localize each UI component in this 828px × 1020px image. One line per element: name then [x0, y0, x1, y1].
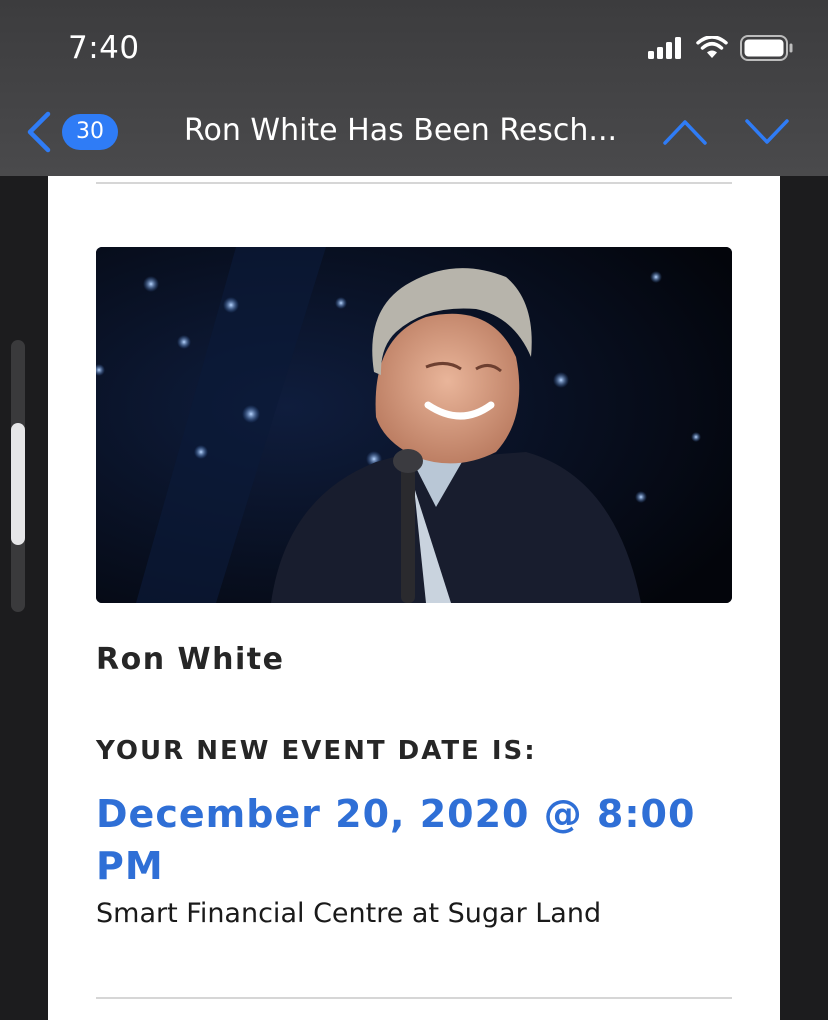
battery-icon	[740, 35, 794, 65]
performer-photo	[96, 247, 732, 603]
wifi-icon	[696, 35, 728, 64]
hero-image	[96, 247, 732, 603]
divider	[96, 182, 732, 184]
top-bar: 7:40 30 Ron White Has Been Resch...	[0, 0, 828, 176]
previous-message-button[interactable]	[662, 116, 708, 148]
artist-name: Ron White	[96, 642, 285, 677]
divider	[96, 997, 732, 999]
back-button[interactable]	[22, 110, 58, 154]
message-subject-title: Ron White Has Been Resch...	[184, 113, 618, 148]
email-body: Ron White YOUR NEW EVENT DATE IS: Decemb…	[48, 176, 780, 1020]
scrollbar[interactable]	[11, 340, 25, 612]
status-time: 7:40	[68, 30, 140, 66]
unread-count-badge[interactable]: 30	[62, 114, 118, 150]
venue-name: Smart Financial Centre at Sugar Land	[96, 898, 602, 929]
new-event-date: December 20, 2020 @ 8:00 PM	[96, 792, 696, 888]
new-date-label: YOUR NEW EVENT DATE IS:	[96, 736, 537, 766]
next-message-button[interactable]	[744, 116, 790, 148]
chevron-up-icon	[663, 120, 707, 145]
chevron-down-icon	[745, 119, 789, 144]
status-icons	[648, 35, 794, 65]
scrollbar-thumb[interactable]	[11, 423, 25, 545]
chevron-left-icon	[27, 111, 51, 153]
signal-icon	[648, 37, 684, 63]
